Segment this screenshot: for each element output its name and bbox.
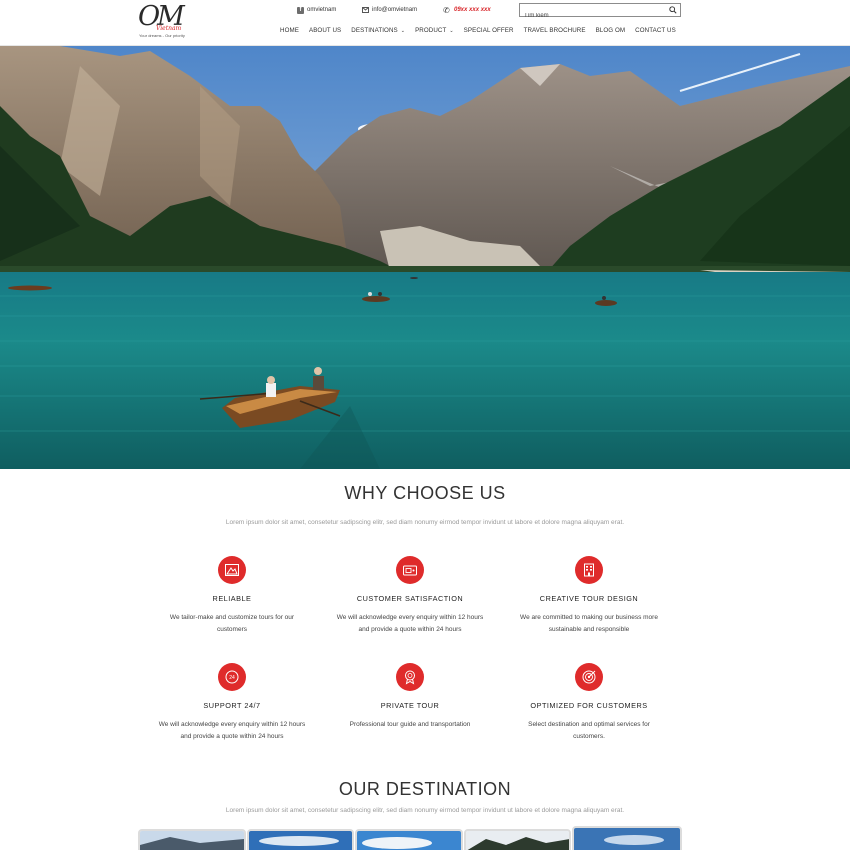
feature-support-24-7: 24 SUPPORT 24/7 We will acknowledge ever…: [147, 663, 317, 743]
destination-image: [357, 831, 461, 850]
feature-description: We tailor-make and customize tours for o…: [147, 612, 317, 636]
facebook-link[interactable]: f omvietnam: [297, 4, 336, 16]
destination-card[interactable]: [572, 826, 682, 850]
destination-image: [248, 831, 353, 850]
nav-label: DESTINATIONS: [351, 27, 398, 34]
nav-product[interactable]: PRODUCT ⌄: [410, 27, 459, 34]
building-icon: [575, 556, 603, 584]
chevron-down-icon: ⌄: [400, 27, 406, 34]
destination-image: [574, 828, 680, 850]
feature-optimized-for-customers: OPTIMIZED FOR CUSTOMERS Select destinati…: [504, 663, 674, 743]
feature-description: Professional tour guide and transportati…: [325, 719, 495, 731]
destination-card[interactable]: [463, 829, 572, 850]
target-icon: [575, 663, 603, 691]
nav-travel-brochure[interactable]: TRAVEL BROCHURE: [519, 27, 591, 34]
email-link[interactable]: info@omvietnam: [362, 4, 417, 16]
why-choose-us-subtitle: Lorem ipsum dolor sit amet, consetetur s…: [225, 519, 625, 526]
feature-desc-line: sustainable and responsible: [548, 626, 630, 633]
destination-gallery: [138, 826, 683, 850]
logo-script: Vietnam: [156, 25, 182, 32]
feature-desc-line: customers.: [573, 733, 605, 740]
phone-label: 09xx xxx xxx: [454, 7, 491, 13]
search-icon[interactable]: [669, 6, 677, 14]
nav-label: BLOG OM: [595, 27, 626, 34]
feature-desc-line: Select destination and optimal services …: [528, 721, 650, 728]
feature-desc-line: We tailor-make and customize tours for o…: [169, 614, 295, 621]
phone-icon: ✆: [443, 5, 450, 15]
destination-image: [465, 831, 570, 850]
nav-blog-om[interactable]: BLOG OM: [591, 27, 631, 34]
nav-home[interactable]: HOME: [280, 27, 304, 34]
facebook-icon: f: [297, 6, 304, 14]
nav-about-us[interactable]: ABOUT US: [304, 27, 346, 34]
feature-desc-line: We will acknowledge every enquiry within…: [336, 614, 484, 621]
feature-reliable: RELIABLE We tailor-make and customize to…: [147, 556, 317, 636]
our-destination-title: OUR DESTINATION: [338, 779, 512, 799]
feature-customer-satisfaction: CUSTOMER SATISFACTION We will acknowledg…: [325, 556, 495, 636]
chevron-down-icon: ⌄: [449, 27, 454, 34]
phone-link[interactable]: ✆ 09xx xxx xxx: [443, 4, 491, 16]
hero-banner: [0, 46, 850, 469]
nav-special-offer[interactable]: SPECIAL OFFER: [459, 27, 519, 34]
nav-label: PRODUCT: [415, 27, 447, 34]
why-choose-us-title: WHY CHOOSE US: [344, 483, 506, 503]
svg-text:24: 24: [229, 675, 235, 681]
feature-desc-line: We will acknowledge every enquiry within…: [158, 721, 306, 728]
nav-label: SPECIAL OFFER: [463, 27, 514, 34]
nav-label: TRAVEL BROCHURE: [523, 27, 586, 34]
feature-title: CREATIVE TOUR DESIGN: [539, 594, 639, 603]
destination-card[interactable]: [355, 829, 463, 850]
search-input[interactable]: [520, 10, 660, 22]
wallet-icon: [396, 556, 424, 584]
hero-lake-mountains-image: [0, 46, 850, 469]
email-label: info@omvietnam: [372, 7, 418, 13]
feature-private-tour: PRIVATE TOUR Professional tour guide and…: [325, 663, 495, 731]
clock-24-icon: 24: [218, 663, 246, 691]
logo[interactable]: OM Vietnam Your dreams - Our priority: [138, 2, 186, 40]
feature-title: SUPPORT 24/7: [203, 701, 261, 710]
feature-description: Select destination and optimal services …: [504, 719, 674, 743]
feature-title: OPTIMIZED FOR CUSTOMERS: [530, 701, 648, 710]
nav-contact-us[interactable]: CONTACT US: [630, 27, 681, 34]
nav-label: HOME: [280, 27, 299, 34]
feature-title: CUSTOMER SATISFACTION: [356, 594, 464, 603]
mountain-icon: [218, 556, 246, 584]
destination-card[interactable]: [246, 829, 355, 850]
feature-title: PRIVATE TOUR: [380, 701, 440, 710]
feature-desc-line: Professional tour guide and transportati…: [349, 721, 471, 728]
facebook-label: omvietnam: [307, 7, 337, 13]
feature-desc-line: and provide a quote within 24 hours: [180, 733, 284, 740]
feature-description: We will acknowledge every enquiry within…: [147, 719, 317, 743]
our-destination-subtitle: Lorem ipsum dolor sit amet, consetetur s…: [225, 807, 625, 814]
nav-label: CONTACT US: [635, 27, 676, 34]
feature-desc-line: customers: [217, 626, 247, 633]
feature-description: We will acknowledge every enquiry within…: [325, 612, 495, 636]
destination-image: [140, 831, 244, 850]
feature-description: We are committed to making our business …: [504, 612, 674, 636]
feature-desc-line: and provide a quote within 24 hours: [358, 626, 462, 633]
main-nav: HOME ABOUT US DESTINATIONS ⌄ PRODUCT ⌄ SPE…: [280, 27, 681, 34]
award-icon: [396, 663, 424, 691]
destination-card[interactable]: [138, 829, 246, 850]
search-box: [519, 3, 681, 22]
nav-label: ABOUT US: [308, 27, 342, 34]
logo-tagline: Your dreams - Our priority: [139, 33, 185, 38]
feature-creative-tour-design: CREATIVE TOUR DESIGN We are committed to…: [504, 556, 674, 636]
nav-destinations[interactable]: DESTINATIONS ⌄: [346, 27, 410, 34]
site-header: OM Vietnam Your dreams - Our priority f …: [0, 0, 850, 46]
feature-desc-line: We are committed to making our business …: [520, 614, 658, 621]
mail-icon: [362, 7, 369, 13]
feature-title: RELIABLE: [212, 594, 252, 603]
